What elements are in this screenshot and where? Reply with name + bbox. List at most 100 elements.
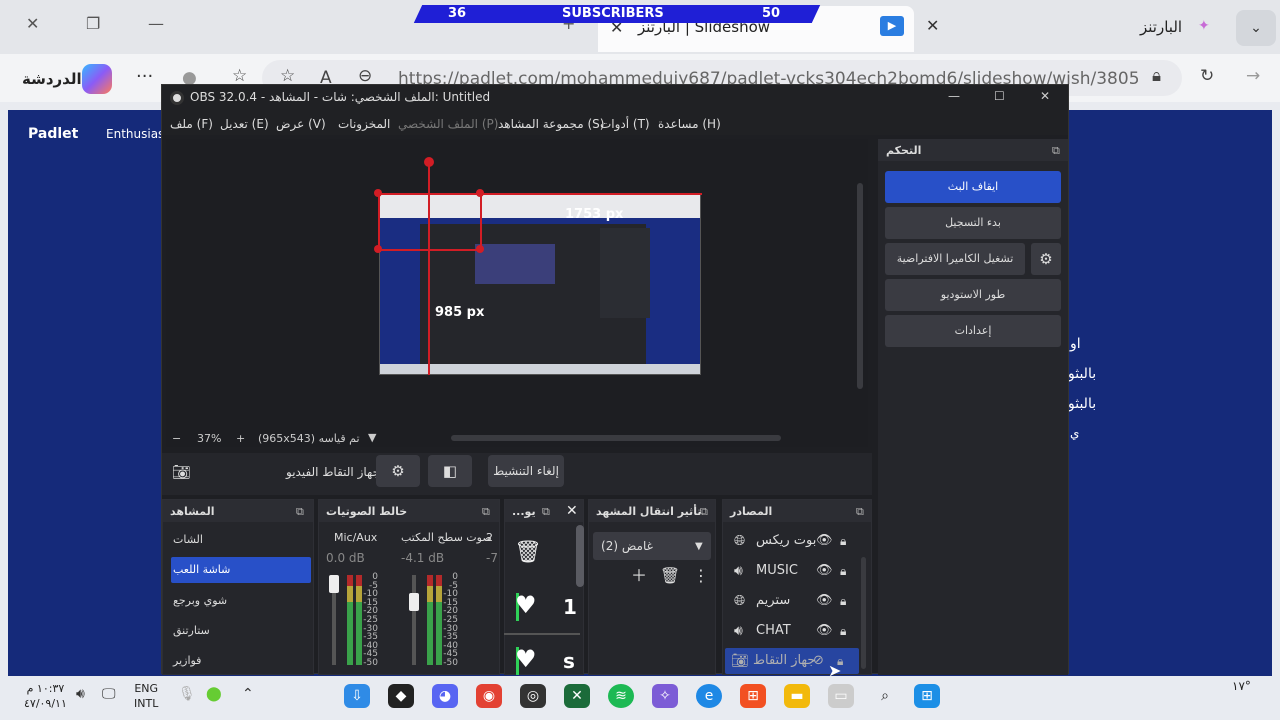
eye-icon[interactable]: 👁︎ xyxy=(816,558,833,584)
transition-dropdown-icon[interactable]: ▼ xyxy=(695,541,703,552)
terminal-icon[interactable]: ✕ xyxy=(564,684,590,708)
deactivate-button[interactable]: إلغاء التنشيط xyxy=(488,455,564,487)
close-window-icon[interactable]: ✕ xyxy=(26,14,39,33)
heart-icon[interactable]: ♥ xyxy=(515,591,537,619)
rotation-handle[interactable] xyxy=(424,157,434,167)
chrome-icon[interactable]: ◉ xyxy=(476,684,502,708)
desktop-fader-track[interactable] xyxy=(412,575,416,665)
padlet-user[interactable]: Enthusias xyxy=(106,127,164,141)
start-icon[interactable]: ⊞ xyxy=(914,684,940,708)
obs-taskbar-icon[interactable]: ◎ xyxy=(520,684,546,708)
security-icon[interactable]: ⬤ xyxy=(206,686,222,702)
taskbar-clock[interactable]: ١٠:٣٧ م ٤٧/٠٩/١١ xyxy=(24,681,67,711)
chat-scrollbar[interactable] xyxy=(576,525,584,587)
obs-close-icon[interactable]: ✕ xyxy=(1040,89,1050,103)
show-hidden-icons-icon[interactable]: ⌃ xyxy=(242,686,254,702)
more-options-icon[interactable]: ··· xyxy=(136,66,153,87)
preview-horizontal-scrollbar[interactable] xyxy=(451,435,781,441)
lock-icon[interactable]: 🔒︎ xyxy=(840,618,846,644)
mixer-undock-icon[interactable]: ⧉ xyxy=(482,505,490,519)
menu-help[interactable]: مساعدة (H) xyxy=(658,117,721,131)
sources-scrollbar[interactable] xyxy=(861,557,866,669)
virtual-camera-settings-icon[interactable]: ⚙ xyxy=(1031,243,1061,275)
settings-button[interactable]: إعدادات xyxy=(885,315,1061,347)
source-item[interactable]: 🌐︎ ستريم 👁︎ 🔒︎ xyxy=(728,588,858,614)
stop-streaming-button[interactable]: ايقاف البث xyxy=(885,171,1061,203)
restore-window-icon[interactable]: ❐ xyxy=(86,14,100,33)
menu-tools[interactable]: أدوات (T) xyxy=(600,117,650,131)
lock-icon[interactable]: 🔒︎ xyxy=(840,588,846,614)
menu-scene-collection[interactable]: مجموعة المشاهد (S) xyxy=(498,117,604,131)
tab2-close-icon[interactable]: ✕ xyxy=(926,16,939,35)
resize-handle-bl[interactable] xyxy=(374,245,382,253)
source-item[interactable]: 🌐︎ بوت ريكس 👁︎ 🔒︎ xyxy=(728,528,858,554)
lock-icon[interactable]: 🔒︎ xyxy=(840,528,846,554)
zoom-in-button[interactable]: + xyxy=(236,432,245,445)
add-favorite-icon[interactable]: ☆ xyxy=(280,66,295,86)
start-recording-button[interactable]: بدء التسجيل xyxy=(885,207,1061,239)
preview-vertical-scrollbar[interactable] xyxy=(857,183,863,389)
mic-fader-knob[interactable] xyxy=(329,575,339,593)
eye-icon[interactable]: 👁︎ xyxy=(816,588,833,614)
search-icon[interactable]: ⌕ xyxy=(872,684,898,708)
scene-item[interactable]: ستارتنق xyxy=(171,618,311,644)
desktop-fader-knob[interactable] xyxy=(409,593,419,611)
spotify-icon[interactable]: ≋ xyxy=(608,684,634,708)
microphone-icon[interactable]: 🎙︎ xyxy=(178,686,196,702)
tab-list-chevron-icon[interactable]: ⌄ xyxy=(1236,10,1276,46)
edge-icon[interactable]: e xyxy=(696,684,722,708)
transition-select[interactable]: غامض (2) xyxy=(593,532,711,560)
chat-trash-icon[interactable]: 🗑︎ xyxy=(514,540,542,565)
store-icon[interactable]: ⊞ xyxy=(740,684,766,708)
scene-item[interactable]: الشات xyxy=(171,527,311,553)
eye-hidden-icon[interactable]: ⊘ xyxy=(813,648,824,674)
scenes-undock-icon[interactable]: ⧉ xyxy=(296,505,304,519)
discord-icon[interactable]: ◕ xyxy=(432,684,458,708)
eye-icon[interactable]: 👁︎ xyxy=(816,528,833,554)
resize-handle-tr[interactable] xyxy=(476,189,484,197)
source-properties-button[interactable]: ⚙ xyxy=(376,455,420,487)
controls-undock-icon[interactable]: ⧉ xyxy=(1052,144,1060,158)
copilot-icon[interactable] xyxy=(82,64,112,94)
chat-close-icon[interactable]: ✕ xyxy=(566,503,578,519)
padlet-logo[interactable]: Padlet xyxy=(28,126,78,142)
menu-view[interactable]: عرض (V) xyxy=(276,117,326,131)
resize-handle-tl[interactable] xyxy=(374,189,382,197)
chat-undock-icon[interactable]: ⧉ xyxy=(542,505,550,519)
obs-minimize-icon[interactable]: — xyxy=(948,89,960,103)
eye-icon[interactable]: 👁︎ xyxy=(816,618,833,644)
display-icon[interactable]: 🖵 xyxy=(102,686,116,702)
menu-profile[interactable]: الملف الشخصي (P) xyxy=(398,117,498,131)
obs-maximize-icon[interactable]: ☐ xyxy=(994,89,1005,103)
menu-docks[interactable]: المخزونات xyxy=(338,117,390,131)
taskbar-app-icon[interactable]: ⇩ xyxy=(344,684,370,708)
zoom-out-icon[interactable]: ⊖ xyxy=(358,66,372,86)
transition-menu-icon[interactable]: ⋮ xyxy=(690,565,712,587)
refresh-icon[interactable]: ↻ xyxy=(1200,66,1214,86)
input-language[interactable]: ENG INTL xyxy=(134,681,158,711)
favorites-icon[interactable]: ☆ xyxy=(232,66,247,86)
sources-undock-icon[interactable]: ⧉ xyxy=(856,505,864,519)
add-transition-icon[interactable]: ＋ xyxy=(628,565,650,587)
lock-icon[interactable]: 🔒︎ xyxy=(840,558,846,584)
weather-temp[interactable]: ١٧° xyxy=(1232,679,1251,693)
scene-item[interactable]: فوازير xyxy=(171,648,311,674)
zoom-dropdown-icon[interactable]: ▼ xyxy=(368,431,376,444)
taskbar-app-icon[interactable]: ◆ xyxy=(388,684,414,708)
resize-handle-br[interactable] xyxy=(476,245,484,253)
menu-file[interactable]: ملف (F) xyxy=(170,117,213,131)
volume-icon[interactable]: 🔊︎ xyxy=(76,686,85,702)
taskbar-app-icon[interactable]: ▭ xyxy=(828,684,854,708)
forward-icon[interactable]: → xyxy=(1246,66,1260,86)
file-explorer-icon[interactable]: ▬ xyxy=(784,684,810,708)
lock-icon[interactable]: 🔒︎ xyxy=(1152,66,1161,86)
chat-label[interactable]: الدردشة xyxy=(22,70,82,88)
source-filters-button[interactable]: ◧ xyxy=(428,455,472,487)
studio-mode-button[interactable]: طور الاستوديو xyxy=(885,279,1061,311)
virtual-camera-button[interactable]: تشغيل الكاميرا الافتراضية xyxy=(885,243,1025,275)
scene-item[interactable]: شوي وبرجع xyxy=(171,588,311,614)
remove-transition-icon[interactable]: 🗑︎ xyxy=(659,565,681,587)
media-play-icon[interactable]: ▶ xyxy=(880,16,904,36)
taskbar-app-icon[interactable]: ✧ xyxy=(652,684,678,708)
transitions-undock-icon[interactable]: ⧉ xyxy=(700,505,708,519)
